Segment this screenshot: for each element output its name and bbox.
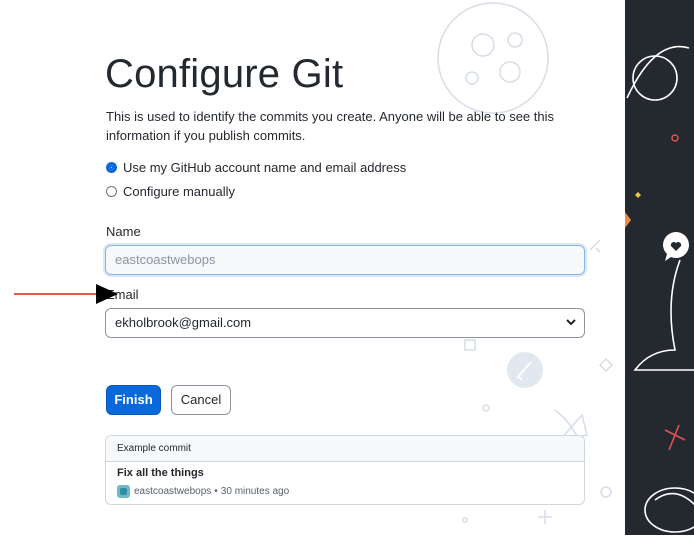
chevron-down-icon	[566, 309, 576, 347]
radio-checked-icon[interactable]	[106, 161, 117, 173]
rocket-badge-icon	[507, 352, 543, 388]
moon-icon	[437, 2, 549, 114]
commit-time: 30 minutes ago	[220, 486, 290, 497]
email-label: Email	[106, 287, 139, 302]
name-label: Name	[106, 224, 141, 239]
option-use-github-account[interactable]: Use my GitHub account name and email add…	[106, 158, 406, 176]
example-commit-panel: Example commit Fix all the things eastco…	[105, 435, 585, 505]
space-illustration	[625, 45, 694, 533]
plus-icon	[538, 510, 552, 524]
sparkle-icon	[589, 239, 601, 253]
radio-unchecked-icon[interactable]	[106, 185, 117, 197]
commit-meta: eastcoastwebops • 30 minutes ago	[117, 485, 289, 498]
email-select-value: ekholbrook@gmail.com	[115, 315, 252, 330]
star-icon	[635, 192, 641, 198]
cancel-button[interactable]: Cancel	[171, 385, 231, 415]
option-configure-manually-label: Configure manually	[123, 183, 236, 199]
page-title: Configure Git	[105, 52, 344, 96]
planet-icon	[632, 55, 678, 101]
name-field[interactable]: eastcoastwebops	[105, 245, 585, 275]
planet-ring-icon	[644, 487, 694, 533]
diamond-icon	[598, 357, 614, 373]
page-description: This is used to identify the commits you…	[106, 109, 555, 143]
decorative-side-panel	[625, 0, 694, 535]
example-commit-header: Example commit	[106, 436, 584, 462]
commit-author: eastcoastwebops	[134, 486, 212, 497]
commit-meta-separator: •	[214, 486, 218, 497]
option-configure-manually[interactable]: Configure manually	[106, 182, 235, 200]
option-use-github-label: Use my GitHub account name and email add…	[123, 159, 407, 175]
commit-message: Fix all the things	[117, 467, 204, 479]
email-select[interactable]: ekholbrook@gmail.com	[105, 308, 585, 338]
finish-button[interactable]: Finish	[106, 385, 161, 415]
avatar	[117, 485, 130, 498]
